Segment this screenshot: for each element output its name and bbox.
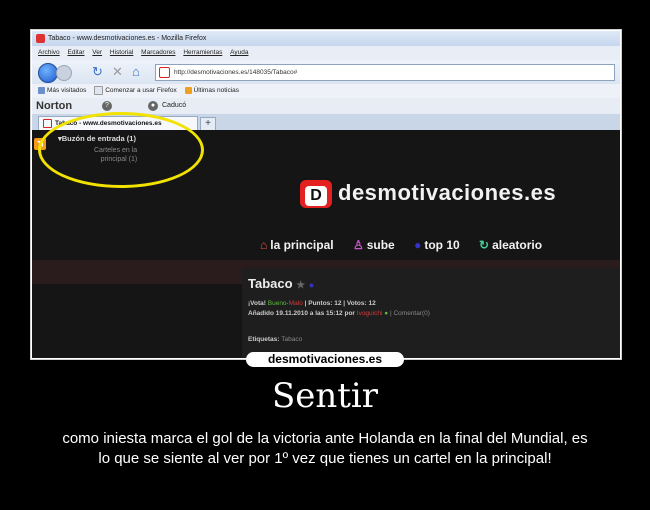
logo-letter: D — [305, 186, 327, 206]
page-icon — [94, 85, 104, 95]
stop-icon[interactable]: ✕ — [112, 65, 123, 79]
added-text: Añadido 19.11.2010 a las 15:12 por — [248, 310, 355, 317]
site-favicon-icon — [159, 66, 170, 78]
tags-label: Etiquetas: — [248, 336, 280, 343]
menu-herramientas[interactable]: Herramientas — [183, 49, 222, 56]
nav-label: top 10 — [424, 238, 460, 252]
forward-button[interactable] — [56, 65, 72, 81]
window-titlebar: Tabaco - www.desmotivaciones.es - Mozill… — [32, 31, 620, 46]
menu-archivo[interactable]: Archivo — [38, 49, 60, 56]
online-icon: ● — [384, 310, 389, 317]
window-title: Tabaco - www.desmotivaciones.es - Mozill… — [48, 35, 207, 42]
post-card: Tabaco ★ ● ¡Vota! Bueno·Malo | Puntos: 1… — [242, 268, 620, 358]
menu-ayuda[interactable]: Ayuda — [230, 49, 248, 56]
vote-down-link[interactable]: Malo — [289, 300, 303, 307]
poster-caption: como iniesta marca el gol de la victoria… — [62, 430, 588, 467]
norton-status-icon: ● — [148, 101, 158, 111]
bookmark-icon — [38, 86, 45, 94]
bookmark-mas-visitados[interactable]: Más visitados — [47, 87, 86, 94]
home-icon: ⌂ — [260, 238, 268, 252]
norton-logo[interactable]: Norton — [36, 98, 72, 114]
bookmark-ultimas-noticias[interactable]: Últimas noticias — [194, 87, 240, 94]
site-nav: ⌂ la principal ♙ sube ● top 10 ↻ aleatorio — [260, 238, 558, 252]
watermark-badge: desmotivaciones.es — [246, 352, 404, 367]
navigation-toolbar: ↻ ✕ ⌂ http://desmotivaciones.es/148035/T… — [32, 60, 620, 84]
rss-icon — [184, 86, 192, 94]
home-icon[interactable]: ⌂ — [132, 65, 140, 79]
nav-aleatorio[interactable]: ↻ aleatorio — [479, 238, 542, 252]
points-text: | Puntos: 12 | Votos: 12 — [304, 300, 376, 307]
nav-label: la principal — [270, 238, 334, 252]
top-icon: ● — [414, 238, 422, 252]
nav-la-principal[interactable]: ⌂ la principal — [260, 238, 334, 252]
post-title-text: Tabaco — [248, 276, 293, 291]
dot-icon: ● — [308, 280, 315, 290]
comment-link[interactable]: | Comentar(0) — [390, 310, 430, 317]
nav-sube[interactable]: ♙ sube — [353, 238, 395, 252]
random-icon: ↻ — [479, 238, 490, 252]
help-icon[interactable]: ? — [102, 101, 112, 111]
author-link[interactable]: Ivoguichi — [357, 310, 383, 317]
browser-screenshot: Tabaco - www.desmotivaciones.es - Mozill… — [32, 31, 620, 358]
post-tags: Etiquetas: Tabaco — [248, 336, 302, 343]
menu-editar[interactable]: Editar — [68, 49, 85, 56]
bookmark-comenzar[interactable]: Comenzar a usar Firefox — [105, 87, 177, 94]
menu-historial[interactable]: Historial — [110, 49, 133, 56]
norton-status[interactable]: Caducó — [162, 98, 186, 114]
vote-up-link[interactable]: Bueno — [268, 300, 287, 307]
menu-marcadores[interactable]: Marcadores — [141, 49, 175, 56]
firefox-icon — [36, 34, 45, 43]
menu-bar: Archivo Editar Ver Historial Marcadores … — [32, 46, 620, 60]
tab-favicon-icon — [43, 118, 52, 128]
star-icon[interactable]: ★ — [296, 280, 305, 291]
url-bar[interactable]: http://desmotivaciones.es/148035/Tabaco# — [155, 64, 615, 81]
site-logo-text[interactable]: desmotivaciones.es — [338, 180, 556, 206]
upload-icon: ♙ — [352, 238, 364, 252]
reload-icon[interactable]: ↻ — [92, 65, 103, 79]
url-text: http://desmotivaciones.es/148035/Tabaco# — [174, 69, 298, 76]
new-tab-button[interactable]: + — [200, 117, 216, 131]
logo-icon[interactable]: D — [300, 180, 332, 208]
nav-label: sube — [366, 238, 395, 252]
post-title[interactable]: Tabaco ★ ● — [248, 276, 314, 291]
menu-ver[interactable]: Ver — [92, 49, 102, 56]
screenshot-frame: Tabaco - www.desmotivaciones.es - Mozill… — [30, 29, 622, 360]
bookmarks-bar: Más visitados Comenzar a usar Firefox Úl… — [32, 84, 620, 98]
highlight-ellipse — [38, 112, 204, 188]
vote-label: ¡Vota! — [248, 300, 266, 307]
back-button[interactable] — [38, 63, 58, 83]
nav-top10[interactable]: ● top 10 — [414, 238, 460, 252]
tag-link[interactable]: Tabaco — [281, 336, 302, 343]
poster-title: Sentir — [271, 376, 379, 416]
nav-label: aleatorio — [492, 238, 543, 252]
post-added: Añadido 19.11.2010 a las 15:12 por Ivogu… — [248, 310, 430, 317]
post-votes: ¡Vota! Bueno·Malo | Puntos: 12 | Votos: … — [248, 300, 376, 307]
web-page: ◥ ▾Buzón de entrada (1) Carteles en la p… — [32, 112, 620, 358]
